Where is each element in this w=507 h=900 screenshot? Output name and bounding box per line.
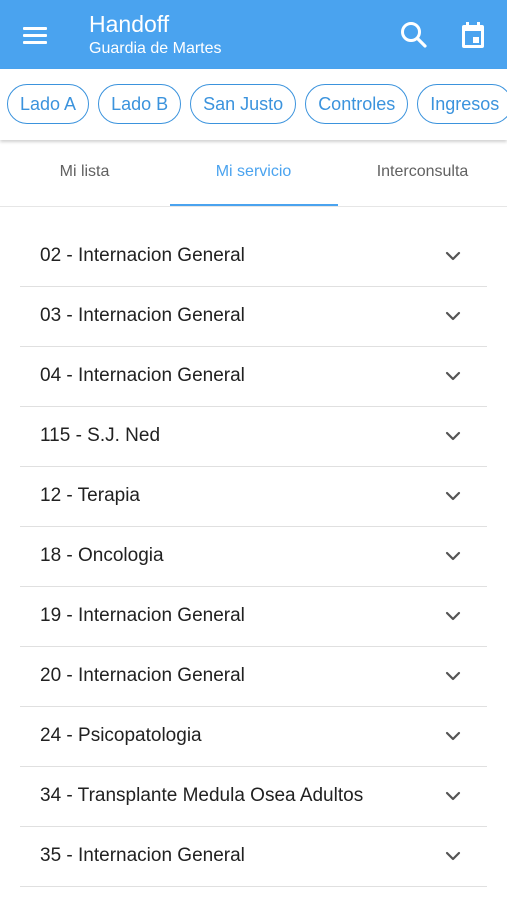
service-row[interactable]: 35 - Internacion General bbox=[20, 827, 487, 887]
service-list: 02 - Internacion General 03 - Internacion… bbox=[20, 227, 487, 887]
service-label: 115 - S.J. Ned bbox=[40, 425, 161, 446]
menu-button[interactable] bbox=[18, 19, 52, 51]
service-row[interactable]: 24 - Psicopatologia bbox=[20, 707, 487, 767]
filter-chip[interactable]: Lado B bbox=[98, 84, 182, 124]
active-tab-indicator bbox=[170, 204, 338, 206]
chevron-down-icon[interactable] bbox=[444, 308, 462, 324]
filter-chip[interactable]: Ingresos bbox=[417, 84, 507, 124]
tab-interconsulta[interactable]: Interconsulta bbox=[338, 140, 507, 207]
chevron-down-icon[interactable] bbox=[444, 608, 462, 624]
filter-chip[interactable]: Lado A bbox=[7, 84, 90, 124]
search-button[interactable] bbox=[398, 19, 430, 51]
chevron-down-icon[interactable] bbox=[444, 368, 462, 384]
chevron-down-icon[interactable] bbox=[444, 488, 462, 504]
chevron-down-icon[interactable] bbox=[444, 248, 462, 264]
service-label: 02 - Internacion General bbox=[40, 245, 245, 266]
search-icon bbox=[401, 22, 427, 48]
chevron-down-icon[interactable] bbox=[444, 428, 462, 444]
service-row[interactable]: 20 - Internacion General bbox=[20, 647, 487, 707]
calendar-button[interactable] bbox=[457, 19, 489, 51]
service-row[interactable]: 115 - S.J. Ned bbox=[20, 407, 487, 467]
filter-chip[interactable]: San Justo bbox=[190, 84, 297, 124]
chevron-down-icon[interactable] bbox=[444, 788, 462, 804]
service-label: 12 - Terapia bbox=[40, 485, 140, 506]
service-label: 04 - Internacion General bbox=[40, 365, 245, 386]
service-row[interactable]: 19 - Internacion General bbox=[20, 587, 487, 647]
chip-row: Lado A Lado B San Justo Controles Ingresos bbox=[7, 84, 507, 124]
service-row[interactable]: 02 - Internacion General bbox=[20, 227, 487, 287]
tab-bar: Mi lista Mi servicio Interconsulta bbox=[0, 140, 507, 207]
app-bar: Handoff Guardia de Martes bbox=[0, 0, 507, 69]
chevron-down-icon[interactable] bbox=[444, 548, 462, 564]
app-title: Handoff bbox=[89, 11, 170, 37]
service-label: 24 - Psicopatologia bbox=[40, 725, 202, 746]
chevron-down-icon[interactable] bbox=[444, 848, 462, 864]
app-bar-titles: Handoff Guardia de Martes bbox=[89, 10, 222, 59]
app-subtitle: Guardia de Martes bbox=[89, 40, 222, 57]
service-label: 35 - Internacion General bbox=[40, 845, 245, 866]
chevron-down-icon[interactable] bbox=[444, 728, 462, 744]
service-row[interactable]: 04 - Internacion General bbox=[20, 347, 487, 407]
chevron-down-icon[interactable] bbox=[444, 668, 462, 684]
service-label: 19 - Internacion General bbox=[40, 605, 245, 626]
service-label: 03 - Internacion General bbox=[40, 305, 245, 326]
service-label: 18 - Oncologia bbox=[40, 545, 164, 566]
filter-chip[interactable]: Controles bbox=[305, 84, 409, 124]
service-row[interactable]: 34 - Transplante Medula Osea Adultos bbox=[20, 767, 487, 827]
menu-icon bbox=[18, 19, 52, 51]
service-row[interactable]: 18 - Oncologia bbox=[20, 527, 487, 587]
service-label: 34 - Transplante Medula Osea Adultos bbox=[40, 785, 364, 806]
service-row[interactable]: 12 - Terapia bbox=[20, 467, 487, 527]
tab-mi-lista[interactable]: Mi lista bbox=[0, 140, 169, 207]
service-row[interactable]: 03 - Internacion General bbox=[20, 287, 487, 347]
filter-chip-bar: Lado A Lado B San Justo Controles Ingresos bbox=[0, 69, 507, 140]
tab-mi-servicio[interactable]: Mi servicio bbox=[169, 140, 338, 207]
calendar-icon bbox=[462, 22, 484, 48]
service-label: 20 - Internacion General bbox=[40, 665, 245, 686]
